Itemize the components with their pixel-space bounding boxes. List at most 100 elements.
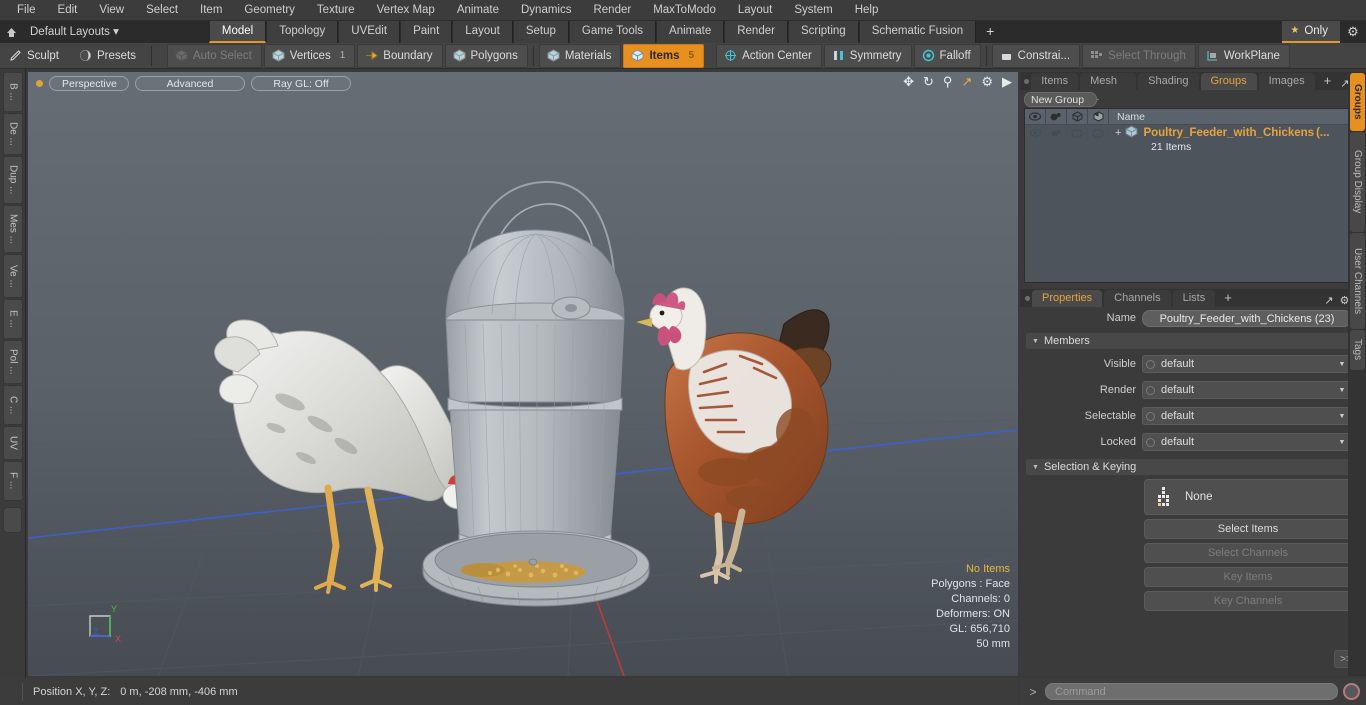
zoom-icon[interactable]: ⚲	[943, 75, 953, 88]
layout-tab-schematic-fusion[interactable]: Schematic Fusion	[858, 21, 977, 43]
panel-tab-items[interactable]: Items	[1031, 73, 1079, 90]
shaded-icon[interactable]	[1088, 108, 1109, 125]
right-tab-tags[interactable]: Tags	[1350, 330, 1365, 370]
menu-item-system[interactable]: System	[783, 0, 843, 21]
vertices-button[interactable]: Vertices 1	[263, 43, 356, 68]
left-tab-basic[interactable]: B ...	[3, 72, 23, 112]
viewport-raygl-toggle[interactable]: Ray GL: Off	[251, 75, 351, 91]
left-tab-mesh[interactable]: Mes ...	[3, 205, 23, 253]
layout-tab-model[interactable]: Model	[208, 21, 267, 43]
rotate-icon[interactable]: ↻	[923, 75, 934, 88]
right-tab-user-channels[interactable]: User Channels	[1350, 233, 1365, 329]
group-list[interactable]: Name + Poultry_Feeder_with_Chickens (...…	[1024, 108, 1362, 283]
viewport-projection-selector[interactable]: Perspective	[49, 75, 129, 91]
group-name[interactable]: Poultry_Feeder_with_Chickens	[1143, 127, 1314, 139]
menu-item-item[interactable]: Item	[189, 0, 233, 21]
row-shaded-toggle[interactable]	[1088, 125, 1109, 141]
gear-icon[interactable]: ⚙	[1340, 21, 1366, 43]
record-icon[interactable]	[1343, 683, 1360, 700]
layout-tab-setup[interactable]: Setup	[512, 21, 569, 43]
action-center-button[interactable]: Action Center	[716, 43, 822, 68]
render-dropdown[interactable]: default ▼	[1142, 381, 1352, 399]
gear-icon[interactable]: ⚙	[981, 75, 993, 88]
left-tab-curve[interactable]: C ...	[3, 385, 23, 425]
menu-item-animate[interactable]: Animate	[446, 0, 510, 21]
constraint-button[interactable]: Constrai...	[991, 43, 1081, 68]
select-through-button[interactable]: Select Through	[1082, 43, 1196, 68]
menu-item-view[interactable]: View	[88, 0, 135, 21]
layout-tab-paint[interactable]: Paint	[400, 21, 453, 43]
viewport-3d[interactable]: Perspective Advanced Ray GL: Off ✥ ↻ ⚲ ↗…	[28, 72, 1018, 676]
left-tab-fusion[interactable]: F ...	[3, 461, 23, 501]
panel-menu-dot[interactable]	[1022, 72, 1031, 90]
menu-item-layout[interactable]: Layout	[727, 0, 784, 21]
polygons-button[interactable]: Polygons	[444, 43, 528, 68]
layout-tab-layout[interactable]: Layout	[452, 21, 513, 43]
only-toggle-button[interactable]: ★ Only	[1282, 21, 1340, 43]
panel-add-tab-button[interactable]: +	[1317, 73, 1339, 90]
layout-tab-uvedit[interactable]: UVEdit	[338, 21, 401, 43]
pan-icon[interactable]: ✥	[903, 75, 914, 88]
tab-lists[interactable]: Lists	[1172, 290, 1216, 307]
boundary-button[interactable]: Boundary	[357, 43, 443, 68]
select-items-button[interactable]: Select Items	[1144, 519, 1352, 539]
left-tab-vertex[interactable]: Ve ...	[3, 254, 23, 298]
menu-item-geometry[interactable]: Geometry	[233, 0, 306, 21]
properties-add-tab-button[interactable]: +	[1217, 290, 1239, 307]
selection-keying-section-header[interactable]: ▼ Selection & Keying	[1026, 459, 1360, 475]
right-tab-group-display[interactable]: Group Display	[1350, 132, 1365, 232]
left-tab-deform[interactable]: De ...	[3, 113, 23, 155]
right-tab-groups[interactable]: Groups	[1350, 73, 1365, 131]
row-render-icon[interactable]	[1046, 125, 1067, 141]
new-group-button[interactable]: New Group	[1024, 91, 1098, 107]
layout-tab-game-tools[interactable]: Game Tools	[568, 21, 657, 43]
items-button[interactable]: Items 5	[623, 43, 705, 68]
layout-selector[interactable]: Default Layouts ▾	[22, 21, 129, 43]
menu-item-vertex-map[interactable]: Vertex Map	[366, 0, 446, 21]
tab-properties[interactable]: Properties	[1032, 290, 1103, 307]
row-eye-icon[interactable]	[1025, 125, 1046, 141]
wireframe-icon[interactable]	[1067, 108, 1088, 125]
menu-item-edit[interactable]: Edit	[47, 0, 89, 21]
workplane-button[interactable]: WorkPlane	[1197, 43, 1290, 68]
panel-tab-groups[interactable]: Groups	[1200, 73, 1257, 90]
left-tab-edge[interactable]: E ...	[3, 299, 23, 339]
visible-dropdown[interactable]: default ▼	[1142, 355, 1352, 373]
eye-icon[interactable]	[1025, 108, 1046, 125]
menu-item-maxtomodo[interactable]: MaxToModo	[642, 0, 727, 21]
menu-item-file[interactable]: File	[6, 0, 47, 21]
row-wireframe-toggle[interactable]	[1067, 125, 1088, 141]
presets-button[interactable]: Presets	[71, 44, 146, 68]
panel-tab-shading[interactable]: Shading	[1138, 73, 1199, 90]
layout-tab-render[interactable]: Render	[724, 21, 788, 43]
table-row[interactable]: + Poultry_Feeder_with_Chickens (... 21 I…	[1025, 125, 1361, 155]
tab-channels[interactable]: Channels	[1104, 290, 1171, 307]
menu-item-render[interactable]: Render	[582, 0, 642, 21]
members-section-header[interactable]: ▼ Members	[1026, 333, 1360, 349]
locked-dropdown[interactable]: default ▼	[1142, 433, 1352, 451]
render-icon[interactable]	[1046, 108, 1067, 125]
menu-item-help[interactable]: Help	[844, 0, 890, 21]
expand-icon[interactable]: ↗	[1324, 294, 1333, 307]
layout-tab-animate[interactable]: Animate	[656, 21, 725, 43]
home-icon[interactable]	[0, 21, 22, 43]
left-tab-polygon[interactable]: Pol ...	[3, 340, 23, 384]
falloff-button[interactable]: Falloff	[913, 43, 981, 68]
menu-item-dynamics[interactable]: Dynamics	[510, 0, 582, 21]
properties-menu-dot[interactable]	[1022, 289, 1032, 307]
selection-set-field[interactable]: None	[1144, 479, 1352, 515]
left-tab-duplicate[interactable]: Dup ...	[3, 156, 23, 204]
add-layout-tab-button[interactable]: +	[976, 21, 1004, 43]
left-tab-uv[interactable]: UV	[3, 426, 23, 460]
panel-tab-mesh[interactable]: Mesh ...	[1080, 73, 1137, 103]
menu-item-select[interactable]: Select	[135, 0, 189, 21]
selectable-dropdown[interactable]: default ▼	[1142, 407, 1352, 425]
expander-icon[interactable]: +	[1115, 127, 1123, 139]
group-name-input[interactable]: Poultry_Feeder_with_Chickens (23)	[1142, 309, 1352, 327]
arrow-right-icon[interactable]: ▶	[1002, 75, 1012, 88]
command-input[interactable]: Command	[1045, 683, 1338, 700]
viewport-shading-selector[interactable]: Advanced	[135, 75, 245, 91]
sculpt-button[interactable]: Sculpt	[1, 44, 69, 68]
panel-tab-images[interactable]: Images	[1258, 73, 1315, 90]
fit-icon[interactable]: ↗	[961, 75, 972, 88]
